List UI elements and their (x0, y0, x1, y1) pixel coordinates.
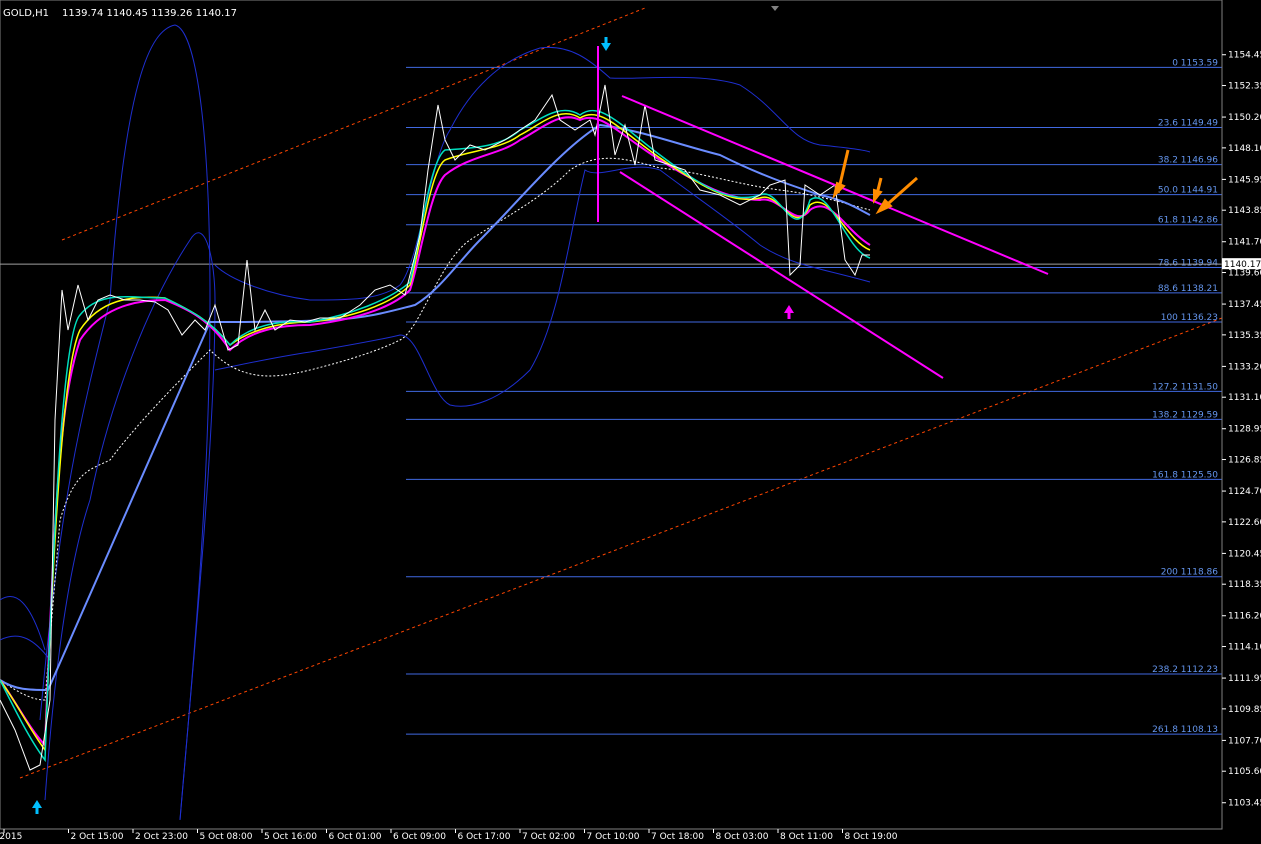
ohlc-values: 1139.74 1140.45 1139.26 1140.17 (62, 8, 237, 19)
price-tick-label: 1103.45 (1228, 799, 1261, 809)
fib-level-label: 127.2 1131.50 (1152, 382, 1218, 392)
price-tick-label: 1152.35 (1228, 82, 1261, 92)
price-tick-label: 1150.20 (1228, 113, 1261, 123)
price-tick-label: 1122.60 (1228, 518, 1261, 528)
price-tick-label: 1116.20 (1228, 612, 1261, 622)
time-tick-label: 7 Oct 02:00 (522, 832, 575, 840)
price-tick-label: 1109.85 (1228, 705, 1261, 715)
time-tick-label: 2 Oct 23:00 (135, 832, 188, 840)
fib-level-label: 50.0 1144.91 (1158, 186, 1218, 196)
time-tick-label: 2 Oct 15:00 (71, 832, 124, 840)
fib-level-label: 261.8 1108.13 (1152, 725, 1218, 735)
fib-level-label: 23.6 1149.49 (1158, 118, 1218, 128)
price-tick-label: 1145.95 (1228, 175, 1261, 185)
price-tick-label: 1131.10 (1228, 393, 1261, 403)
price-tick-label: 1141.70 (1228, 238, 1261, 248)
fib-level-label: 38.2 1146.96 (1158, 156, 1218, 166)
fib-level-label: 100 1136.23 (1161, 313, 1218, 323)
price-tick-label: 1124.70 (1228, 487, 1261, 497)
time-axis[interactable]: Oct 2015 2 Oct 15:00 2 Oct 23:00 5 Oct 08:0… (0, 828, 1222, 842)
time-tick-label: 7 Oct 10:00 (587, 832, 640, 840)
fib-level-label: 200 1118.86 (1161, 568, 1219, 578)
fib-level-label: 161.8 1125.50 (1152, 470, 1218, 480)
time-tick-label: 7 Oct 18:00 (651, 832, 704, 840)
price-tick-label: 1114.10 (1228, 643, 1261, 653)
fib-level-label: 238.2 1112.23 (1152, 665, 1218, 675)
fib-level-label: 138.2 1129.59 (1152, 410, 1218, 420)
fib-level-label: 88.6 1138.21 (1158, 284, 1218, 294)
price-tick-label: 1105.60 (1228, 767, 1261, 777)
time-tick-label: 8 Oct 11:00 (780, 832, 833, 840)
time-tick-label: 5 Oct 16:00 (264, 832, 317, 840)
fib-level-label: 61.8 1142.86 (1158, 216, 1218, 226)
price-tick-label: 1143.85 (1228, 206, 1261, 216)
current-price-label: 1140.17 (1224, 260, 1261, 270)
time-tick-label: 8 Oct 03:00 (716, 832, 769, 840)
time-tick-label: 6 Oct 09:00 (393, 832, 446, 840)
time-tick-label: 5 Oct 08:00 (200, 832, 253, 840)
price-tick-label: 1148.10 (1228, 144, 1261, 154)
time-tick-label: Oct 2015 (0, 832, 22, 840)
price-tick-label: 1135.35 (1228, 331, 1261, 341)
price-tick-label: 1120.45 (1228, 549, 1261, 559)
price-tick-label: 1133.20 (1228, 362, 1261, 372)
current-price-badge: 1140.17 (1222, 258, 1261, 270)
fib-level-label: 78.6 1139.94 (1158, 259, 1218, 269)
symbol-label: GOLD,H1 (3, 8, 49, 19)
chart-canvas[interactable]: 0 1153.59 23.6 1149.49 38.2 1146.96 50.0 11… (0, 0, 1261, 842)
price-tick-label: 1128.95 (1228, 425, 1261, 435)
price-tick-label: 1137.45 (1228, 300, 1261, 310)
price-axis[interactable]: 1154.45 1152.35 1150.20 1148.10 1145.95 1143.… (1221, 0, 1261, 829)
time-tick-label: 6 Oct 17:00 (458, 832, 511, 840)
time-tick-label: 8 Oct 19:00 (845, 832, 898, 840)
price-tick-label: 1111.95 (1228, 674, 1261, 684)
price-tick-label: 1126.85 (1228, 456, 1261, 466)
fib-level-label: 0 1153.59 (1172, 58, 1218, 68)
price-chart[interactable]: 0 1153.59 23.6 1149.49 38.2 1146.96 50.0 11… (0, 0, 1261, 842)
time-tick-label: 6 Oct 01:00 (329, 832, 382, 840)
price-tick-label: 1154.45 (1228, 51, 1261, 61)
price-tick-label: 1118.35 (1228, 580, 1261, 590)
price-tick-label: 1107.70 (1228, 736, 1261, 746)
